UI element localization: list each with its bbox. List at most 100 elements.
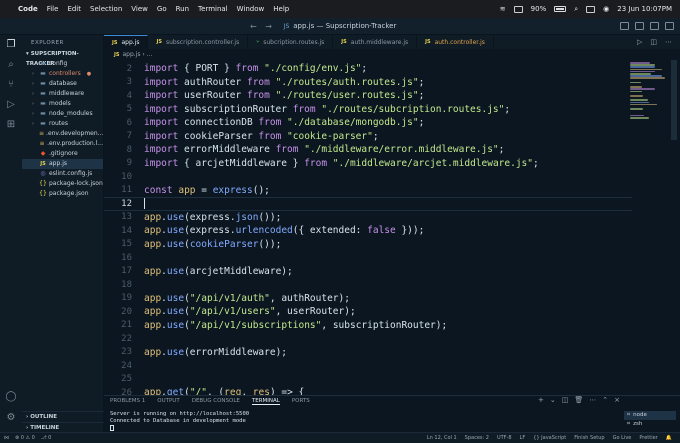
panel-tab-terminal[interactable]: TERMINAL [251,398,280,405]
split-editor-icon[interactable]: ◫ [650,38,657,46]
toggle-sidebar-icon[interactable] [620,22,629,30]
control-center-icon[interactable] [586,5,596,13]
tree-file-gitignore[interactable]: ◆ .gitignore [22,149,103,159]
tab-app-js[interactable]: JS app.js [104,35,149,49]
user-icon[interactable]: ◉ [603,5,609,13]
terminal-session-node[interactable]: ⌗ node [624,411,676,420]
code-line[interactable]: 19 app.use("/api/v1/auth", authRouter); [104,292,632,306]
tab-auth-controller[interactable]: JS auth.controller.js [417,35,494,49]
tree-folder-config[interactable]: › ▬ config [22,59,103,69]
code-text[interactable]: app.use("/api/v1/auth", authRouter); [144,293,350,304]
menubar-datetime[interactable]: 23 Jun 10:07PM [617,5,672,13]
code-line[interactable]: 13 app.use(express.json()); [104,211,632,225]
extensions-icon[interactable]: ⊞ [5,119,17,131]
code-line[interactable]: 20 app.use("/api/v1/users", userRouter); [104,305,632,319]
tree-file-package-json[interactable]: {} package.json [22,189,103,199]
tree-folder-routes[interactable]: › ▬ routes [22,119,103,129]
tab-subscription-controller[interactable]: JS subscription.controller.js [148,35,249,49]
cursor-position[interactable]: Ln 12, Col 1 [427,435,457,441]
nav-back-forward-icon[interactable]: ← → [250,22,275,31]
tree-folder-middleware[interactable]: › ▬ middleware [22,89,103,99]
code-text[interactable]: import authRouter from "./routes/auth.ro… [144,77,424,88]
code-text[interactable]: app.use(express.urlencoded({ extended: f… [144,225,424,236]
finish-setup-status[interactable]: Finish Setup [574,435,604,441]
menu-help[interactable]: Help [273,5,289,13]
minimap[interactable] [628,60,668,395]
code-line[interactable]: 10 [104,170,632,184]
code-text[interactable]: import errorMiddleware from "./middlewar… [144,144,504,155]
code-line[interactable]: 25 [104,373,632,387]
terminal-output[interactable]: Server is running on http://localhost:55… [110,411,249,434]
scrollbar-thumb[interactable] [671,60,677,140]
tree-folder-models[interactable]: › ▬ models [22,99,103,109]
indentation-status[interactable]: Spaces: 2 [465,435,489,441]
search-icon[interactable]: ⌕ [574,5,578,14]
go-live-button[interactable]: Go Live [613,435,632,441]
remote-icon[interactable]: ⋈ [4,435,9,441]
prettier-status[interactable]: Prettier [639,435,657,441]
menu-edit[interactable]: Edit [67,5,81,13]
explorer-icon[interactable]: ❐ [5,39,17,51]
menu-terminal[interactable]: Terminal [198,5,228,13]
tree-folder-database[interactable]: › ▬ database [22,79,103,89]
code-line[interactable]: 11 const app = express(); [104,184,632,198]
code-line[interactable]: 2 import { PORT } from "./config/env.js"; [104,62,632,76]
language-mode[interactable]: {} JavaScript [533,435,566,441]
screen-icon[interactable] [513,5,523,13]
account-icon[interactable]: ◯ [5,391,17,403]
code-text[interactable]: import cookieParser from "cookie-parser"… [144,131,379,142]
menu-window[interactable]: Window [237,5,265,13]
code-text[interactable]: import subscriptionRouter from "./routes… [144,104,510,115]
code-line[interactable]: 3 import authRouter from "./routes/auth.r… [104,76,632,90]
ports-status[interactable]: ⎇ 0 [41,435,52,441]
menu-run[interactable]: Run [176,5,189,13]
tree-file-env-development[interactable]: ≡ .env.developmen... [22,129,103,139]
code-line[interactable]: 4 import userRouter from "./routes/user.r… [104,89,632,103]
code-line[interactable]: 24 [104,359,632,373]
maximize-panel-icon[interactable]: ⌃ [602,396,608,404]
panel-tab-ports[interactable]: PORTS [292,398,310,405]
code-line[interactable]: 23 app.use(errorMiddleware); [104,346,632,360]
code-text[interactable]: app.use(express.json()); [144,212,281,223]
breadcrumb-more[interactable]: ... [147,51,153,58]
code-text[interactable]: import userRouter from "./routes/user.ro… [144,90,424,101]
code-line[interactable]: 9 import { arcjetMiddleware } from "./mid… [104,157,632,171]
tree-file-env-production[interactable]: ≡ .env.production.l... [22,139,103,149]
code-text[interactable]: app.use("/api/v1/users", userRouter); [144,306,356,317]
kill-terminal-icon[interactable]: 🗑 [574,396,583,404]
run-file-icon[interactable]: ▷ [637,38,642,46]
panel-tab-output[interactable]: OUTPUT [157,398,179,405]
terminal-session-zsh[interactable]: ⌗ zsh [624,420,676,429]
code-editor[interactable]: 2 import { PORT } from "./config/env.js";… [104,60,680,395]
code-text[interactable]: app.get("/", (req, res) => { [144,387,304,395]
panel-tab-debug-console[interactable]: DEBUG CONSOLE [192,398,240,405]
source-control-icon[interactable]: ⑂ [5,79,17,91]
menu-view[interactable]: View [131,5,148,13]
menu-code[interactable]: Code [18,5,38,13]
menu-selection[interactable]: Selection [90,5,122,13]
run-debug-icon[interactable]: ▷ [5,99,17,111]
encoding-status[interactable]: UTF-8 [497,435,512,441]
code-text[interactable]: app.use(errorMiddleware); [144,347,287,358]
code-text[interactable]: const app = express(); [144,185,270,196]
search-icon[interactable]: ⌕ [5,59,17,71]
code-text[interactable]: app.use(arcjetMiddleware); [144,266,293,277]
eol-status[interactable]: LF [520,435,526,441]
tree-folder-node-modules[interactable]: › ▬ node_modules [22,109,103,119]
notifications-bell-icon[interactable]: 🔔 [666,435,672,441]
code-line[interactable]: 12 [104,197,632,211]
breadcrumb[interactable]: JS app.js › ... [104,49,680,60]
tree-folder-controllers[interactable]: › ▬ controllers ● [22,69,103,79]
tree-file-eslint-config[interactable]: ◎ eslint.config.js [22,169,103,179]
code-line[interactable]: 26 app.get("/", (req, res) => { [104,386,632,395]
editor-scrollbar[interactable] [670,60,678,395]
code-line[interactable]: 17 app.use(arcjetMiddleware); [104,265,632,279]
project-root[interactable]: ▾ SUPSCRIPTION-TRACKER [22,49,103,67]
problems-status[interactable]: ⊗ 0 ⚠ 0 [15,435,35,441]
code-text[interactable]: app.use(cookieParser()); [144,239,281,250]
close-icon[interactable]: × [614,396,620,404]
tab-subcription-routes[interactable]: ⑂ subcription.routes.js [248,35,334,49]
battery-icon[interactable] [554,6,567,12]
tree-file-app-js[interactable]: JS app.js [22,159,103,169]
code-text[interactable]: app.use("/api/v1/subscriptions", subscri… [144,320,447,331]
